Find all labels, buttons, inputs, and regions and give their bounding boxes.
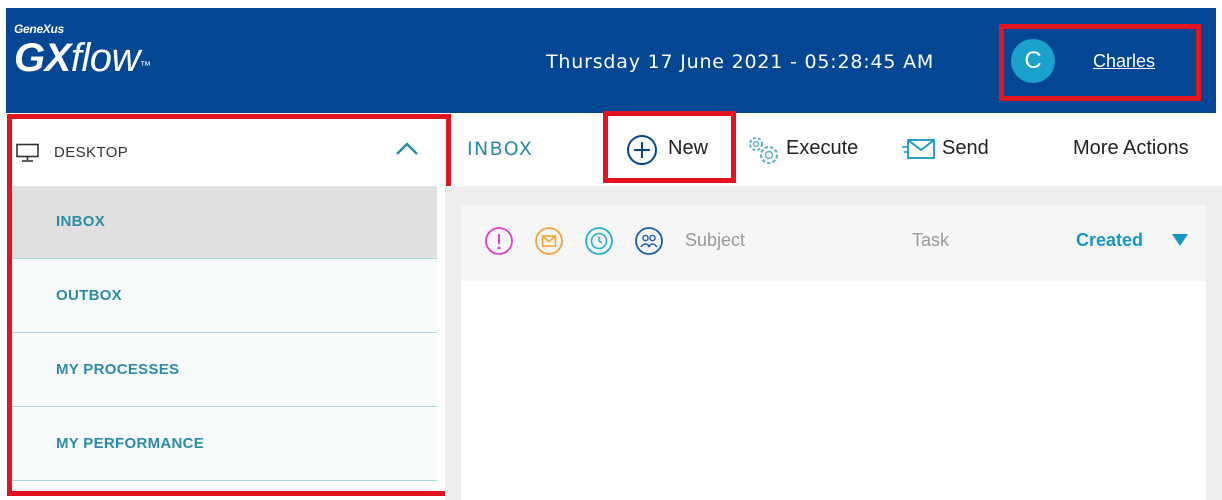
sidebar-item-inbox[interactable]: INBOX <box>12 186 437 259</box>
logo-gx: GX <box>14 36 71 80</box>
send-envelope-icon[interactable] <box>902 137 938 161</box>
logo-trademark: ™ <box>139 60 151 72</box>
column-created[interactable]: Created <box>1076 230 1143 251</box>
column-task[interactable]: Task <box>912 230 949 251</box>
send-button[interactable]: Send <box>942 137 989 160</box>
users-icon[interactable] <box>634 226 664 256</box>
message-icon[interactable] <box>534 226 564 256</box>
logo-brand: GeneXus <box>14 22 64 36</box>
user-name-link[interactable]: Charles <box>1093 51 1155 72</box>
logo: GXflow™ <box>14 36 151 80</box>
sidebar-item-label: OUTBOX <box>56 287 122 304</box>
sidebar-item-label: INBOX <box>56 213 106 230</box>
avatar[interactable]: C <box>1011 39 1055 83</box>
logo-flow: flow <box>70 36 141 80</box>
sidebar-item-label: MY PERFORMANCE <box>56 435 205 452</box>
sidebar-item-label: MY PROCESSES <box>56 361 180 378</box>
execute-button[interactable]: Execute <box>786 137 858 160</box>
clock-icon[interactable] <box>584 226 614 256</box>
chevron-up-icon[interactable] <box>395 139 419 157</box>
datetime: Thursday 17 June 2021 - 05:28:45 AM <box>546 51 935 73</box>
sidebar-item-my-performance[interactable]: MY PERFORMANCE <box>12 408 437 481</box>
sidebar-item-outbox[interactable]: OUTBOX <box>12 260 437 333</box>
sidebar-section-label: DESKTOP <box>54 144 129 161</box>
priority-icon[interactable] <box>484 226 514 256</box>
new-button[interactable]: New <box>668 137 708 160</box>
gears-icon[interactable] <box>745 133 783 167</box>
plus-circle-icon[interactable] <box>626 134 658 166</box>
sort-desc-icon[interactable] <box>1171 233 1189 247</box>
more-actions-button[interactable]: More Actions <box>1073 137 1189 160</box>
sidebar-item-my-processes[interactable]: MY PROCESSES <box>12 334 437 407</box>
column-subject[interactable]: Subject <box>685 230 745 251</box>
desktop-icon <box>16 143 39 162</box>
page-title: INBOX <box>467 138 534 160</box>
